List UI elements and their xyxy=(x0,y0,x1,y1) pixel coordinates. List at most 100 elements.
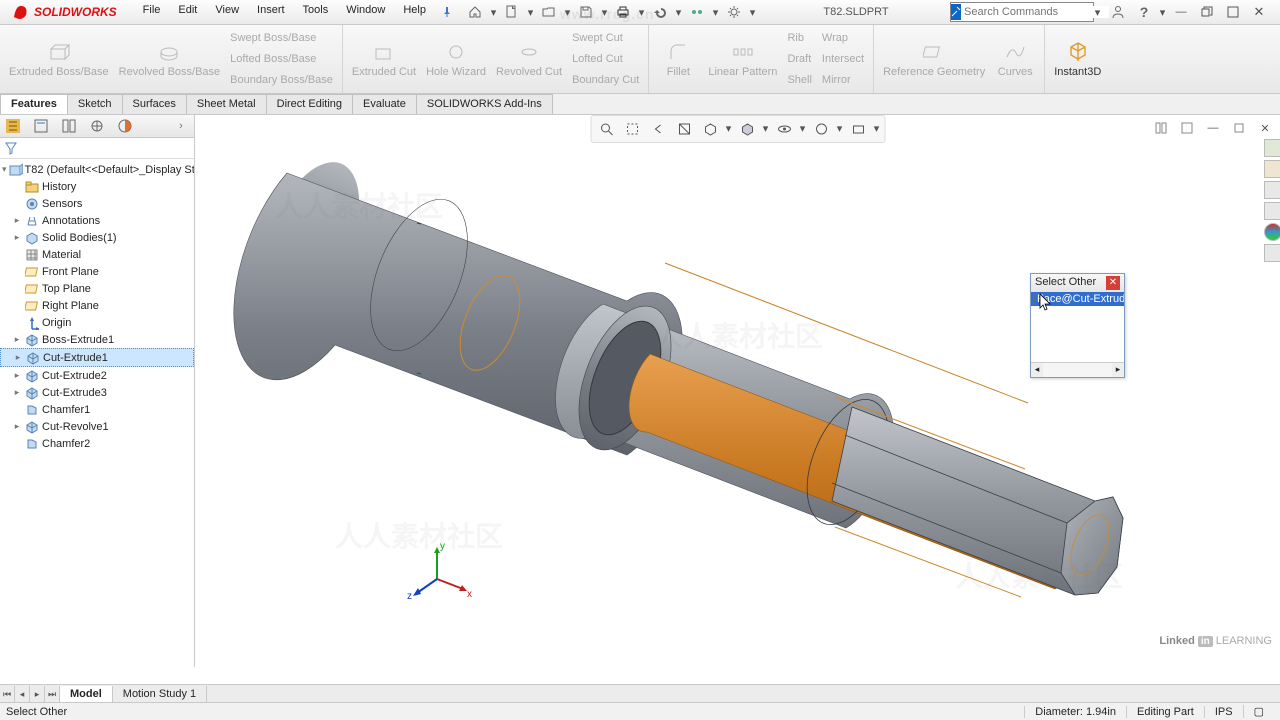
filter-icon[interactable] xyxy=(4,141,18,155)
extruded-boss-button[interactable]: Extruded Boss/Base xyxy=(6,27,112,91)
status-extra-icon[interactable]: ▢ xyxy=(1243,705,1274,718)
revolved-boss-button[interactable]: Revolved Boss/Base xyxy=(116,27,224,91)
menu-tools[interactable]: Tools xyxy=(295,1,337,23)
scroll-left-icon[interactable]: ◂ xyxy=(1031,363,1043,377)
options-icon[interactable] xyxy=(723,1,745,23)
revolved-cut-button[interactable]: Revolved Cut xyxy=(493,27,565,91)
menu-help[interactable]: Help xyxy=(395,1,434,23)
rib-button[interactable]: Rib xyxy=(784,31,814,45)
dropdown-arrow-icon[interactable]: ▾ xyxy=(675,2,682,22)
close-icon[interactable]: ✕ xyxy=(1248,1,1270,23)
tree-item[interactable]: Sensors xyxy=(0,195,194,212)
dropdown-arrow-icon[interactable]: ▾ xyxy=(527,2,534,22)
bottom-tab-motion[interactable]: Motion Study 1 xyxy=(113,686,207,702)
pin-icon[interactable] xyxy=(436,1,458,23)
model-3d-view[interactable] xyxy=(195,123,1280,663)
tree-item[interactable]: History xyxy=(0,178,194,195)
graphics-viewport[interactable]: ▾ ▾ ▾ ▾ ▾ — ✕ xyxy=(195,115,1280,667)
menu-view[interactable]: View xyxy=(207,1,247,23)
tab-direct-editing[interactable]: Direct Editing xyxy=(266,94,353,114)
tree-item[interactable]: ▸Cut-Extrude3 xyxy=(0,384,194,401)
boundary-cut-button[interactable]: Boundary Cut xyxy=(569,73,642,87)
search-input[interactable] xyxy=(961,6,1109,18)
instant3d-button[interactable]: Instant3D xyxy=(1051,27,1104,91)
select-other-close-icon[interactable]: ✕ xyxy=(1106,276,1120,290)
menu-edit[interactable]: Edit xyxy=(170,1,205,23)
tree-item[interactable]: ▸Cut-Revolve1 xyxy=(0,418,194,435)
tree-item[interactable]: Right Plane xyxy=(0,297,194,314)
propertymanager-icon[interactable] xyxy=(32,117,50,135)
maximize-icon[interactable] xyxy=(1222,1,1244,23)
menu-insert[interactable]: Insert xyxy=(249,1,293,23)
wrap-button[interactable]: Wrap xyxy=(819,31,867,45)
rebuild-icon[interactable] xyxy=(686,1,708,23)
tab-features[interactable]: Features xyxy=(0,94,68,114)
hole-wizard-button[interactable]: Hole Wizard xyxy=(423,27,489,91)
tab-evaluate[interactable]: Evaluate xyxy=(352,94,417,114)
draft-button[interactable]: Draft xyxy=(784,52,814,66)
featuremanager-icon[interactable] xyxy=(4,117,22,135)
lofted-cut-button[interactable]: Lofted Cut xyxy=(569,52,642,66)
extruded-cut-button[interactable]: Extruded Cut xyxy=(349,27,419,91)
panel-expand-icon[interactable]: › xyxy=(172,117,190,135)
scroll-right-icon[interactable]: ▸ xyxy=(1112,363,1124,377)
tree-item-label: Right Plane xyxy=(42,300,99,312)
open-icon[interactable] xyxy=(538,1,560,23)
new-icon[interactable] xyxy=(501,1,523,23)
tree-item[interactable]: Chamfer2 xyxy=(0,435,194,452)
dropdown-arrow-icon[interactable]: ▾ xyxy=(1094,2,1101,22)
lofted-boss-button[interactable]: Lofted Boss/Base xyxy=(227,52,336,66)
tab-sheet-metal[interactable]: Sheet Metal xyxy=(186,94,267,114)
feature-tree[interactable]: ▾ T82 (Default<<Default>_Display State 1… xyxy=(0,159,194,667)
reference-geometry-button[interactable]: Reference Geometry xyxy=(880,27,988,91)
user-icon[interactable] xyxy=(1107,1,1129,23)
configmanager-icon[interactable] xyxy=(60,117,78,135)
menu-file[interactable]: File xyxy=(135,1,169,23)
minimize-icon[interactable]: — xyxy=(1170,1,1192,23)
bottom-tab-model[interactable]: Model xyxy=(60,686,113,702)
tree-item[interactable]: ▸Boss-Extrude1 xyxy=(0,331,194,348)
tree-item[interactable]: ▸Solid Bodies(1) xyxy=(0,229,194,246)
help-icon[interactable]: ? xyxy=(1133,1,1155,23)
tree-item[interactable]: Front Plane xyxy=(0,263,194,280)
mirror-button[interactable]: Mirror xyxy=(819,73,867,87)
tree-item[interactable]: Material xyxy=(0,246,194,263)
restore-icon[interactable] xyxy=(1196,1,1218,23)
dropdown-arrow-icon[interactable]: ▾ xyxy=(749,2,756,22)
orientation-triad[interactable]: y x z xyxy=(407,537,477,607)
tree-item[interactable]: ▸Cut-Extrude1 xyxy=(0,348,194,367)
status-units[interactable]: IPS xyxy=(1204,706,1243,718)
home-icon[interactable] xyxy=(464,1,486,23)
tree-root[interactable]: ▾ T82 (Default<<Default>_Display State 1 xyxy=(0,161,194,178)
tree-item[interactable]: Top Plane xyxy=(0,280,194,297)
linear-pattern-button[interactable]: Linear Pattern xyxy=(705,27,780,91)
fillet-button[interactable]: Fillet xyxy=(655,27,701,91)
shell-button[interactable]: Shell xyxy=(784,73,814,87)
select-other-item[interactable]: Face@Cut-Extrude xyxy=(1031,292,1124,306)
search-commands-box[interactable] xyxy=(950,2,1094,22)
tab-addins[interactable]: SOLIDWORKS Add-Ins xyxy=(416,94,553,114)
select-other-titlebar[interactable]: Select Other ✕ xyxy=(1031,274,1124,292)
dropdown-arrow-icon[interactable]: ▾ xyxy=(490,2,497,22)
tree-item[interactable]: Chamfer1 xyxy=(0,401,194,418)
swept-cut-button[interactable]: Swept Cut xyxy=(569,31,642,45)
tab-nav-first-icon[interactable]: ⏮ xyxy=(0,686,15,703)
curves-button[interactable]: Curves xyxy=(992,27,1038,91)
tab-nav-next-icon[interactable]: ▸ xyxy=(30,686,45,703)
dimxpert-icon[interactable] xyxy=(88,117,106,135)
tree-item[interactable]: Origin xyxy=(0,314,194,331)
tab-nav-prev-icon[interactable]: ◂ xyxy=(15,686,30,703)
tree-item[interactable]: ▸Cut-Extrude2 xyxy=(0,367,194,384)
menu-window[interactable]: Window xyxy=(338,1,393,23)
tree-item[interactable]: ▸Annotations xyxy=(0,212,194,229)
dropdown-arrow-icon[interactable]: ▾ xyxy=(712,2,719,22)
select-other-scrollbar[interactable]: ◂ ▸ xyxy=(1031,362,1124,377)
boundary-boss-button[interactable]: Boundary Boss/Base xyxy=(227,73,336,87)
tab-surfaces[interactable]: Surfaces xyxy=(122,94,187,114)
tab-nav-last-icon[interactable]: ⏭ xyxy=(45,686,60,703)
dropdown-arrow-icon[interactable]: ▾ xyxy=(1159,2,1166,22)
tab-sketch[interactable]: Sketch xyxy=(67,94,123,114)
intersect-button[interactable]: Intersect xyxy=(819,52,867,66)
displaymanager-icon[interactable] xyxy=(116,117,134,135)
swept-boss-button[interactable]: Swept Boss/Base xyxy=(227,31,336,45)
